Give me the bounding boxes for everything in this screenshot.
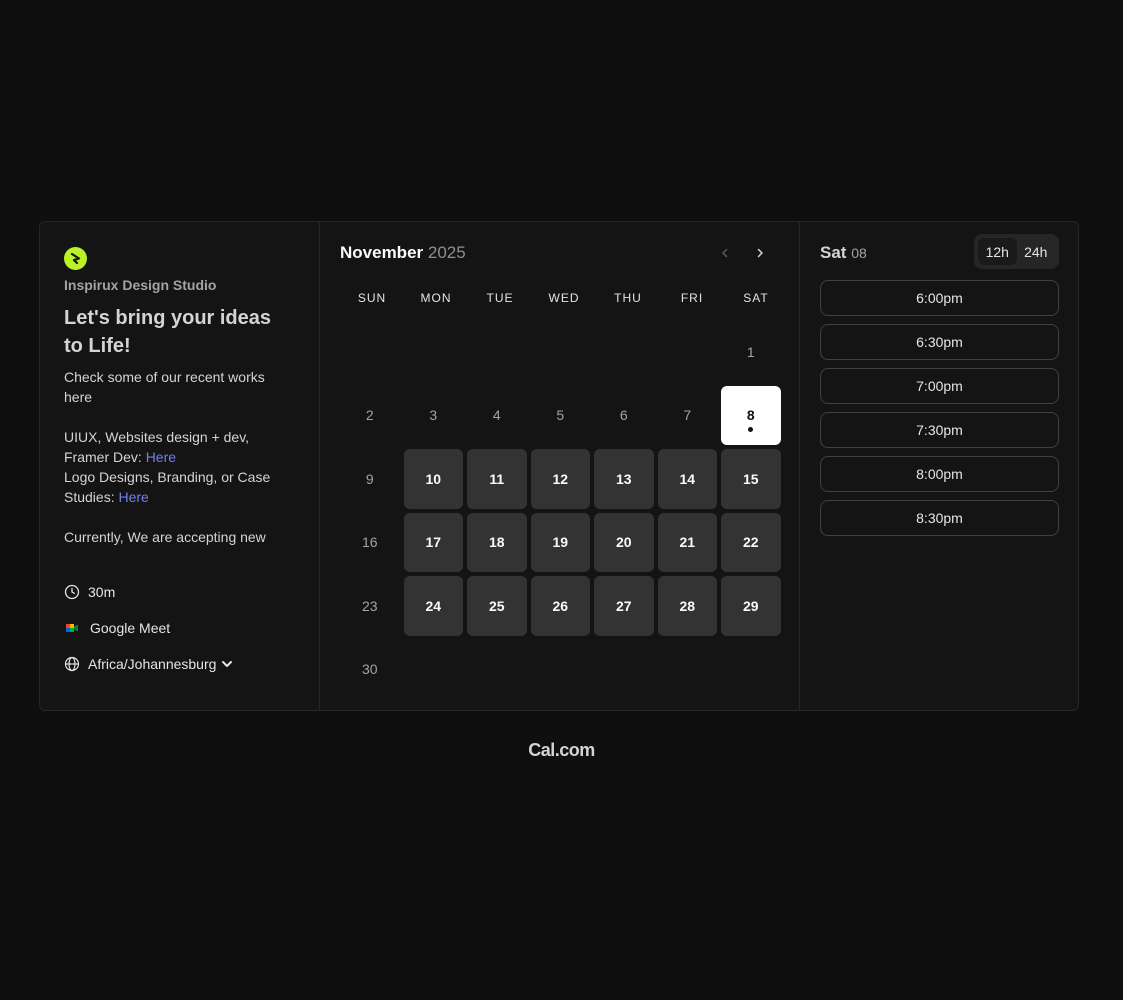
available-day-button[interactable]: 26: [530, 576, 590, 636]
available-day-button[interactable]: 18: [467, 512, 527, 572]
format-24h-option[interactable]: 24h: [1017, 238, 1056, 265]
weekday-label: FRI: [680, 291, 704, 305]
unavailable-day: 7: [683, 407, 692, 424]
event-info-panel: Inspirux Design Studio Let's bring your …: [40, 222, 320, 710]
available-day-button[interactable]: 20: [594, 512, 654, 572]
unavailable-day: 9: [365, 470, 374, 487]
empty-day-cell: [467, 322, 527, 382]
event-description: Check some of our recent works here UIUX…: [64, 367, 294, 547]
available-day-button[interactable]: 11: [467, 449, 527, 509]
empty-day-cell: [531, 322, 591, 382]
weekday-label: WED: [548, 291, 580, 305]
previous-month-button[interactable]: [714, 242, 736, 264]
available-day-button[interactable]: 24: [403, 576, 463, 636]
time-slot-button[interactable]: 7:00pm: [820, 368, 1059, 404]
time-slot-button[interactable]: 7:30pm: [820, 412, 1059, 448]
date-picker: November 2025 SUN MON TUE WED THU FRI SAT 1234…: [320, 222, 800, 710]
selected-day-name: Sat: [820, 243, 847, 262]
unavailable-day: 16: [361, 534, 378, 551]
available-day-button[interactable]: 14: [657, 449, 717, 509]
selected-date-heading: Sat 08: [820, 241, 867, 265]
description-line: Currently, We are accepting new: [64, 529, 266, 545]
weekday-label: MON: [420, 291, 452, 305]
unavailable-day: 6: [619, 407, 628, 424]
available-day-button[interactable]: 15: [721, 449, 781, 509]
month-label: November: [340, 243, 424, 262]
selected-day-button[interactable]: 8: [721, 385, 781, 445]
year-label: 2025: [427, 243, 466, 262]
unavailable-day: 23: [361, 597, 378, 614]
booker-card: Inspirux Design Studio Let's bring your …: [39, 221, 1079, 711]
available-day-button[interactable]: 25: [467, 576, 527, 636]
next-month-button[interactable]: [749, 242, 771, 264]
unavailable-day: 5: [556, 407, 565, 424]
time-slots-panel: Sat 08 12h 24h 6:00pm 6:30pm 7:00pm 7:30pm 8…: [800, 222, 1078, 710]
available-day-button[interactable]: 27: [594, 576, 654, 636]
case-studies-link[interactable]: Here: [118, 489, 148, 505]
cal-com-logo[interactable]: Cal.com: [0, 740, 1123, 761]
available-day-button[interactable]: 29: [721, 576, 781, 636]
time-slot-button[interactable]: 8:30pm: [820, 500, 1059, 536]
unavailable-day: 4: [492, 407, 501, 424]
weekday-label: SUN: [357, 291, 387, 305]
description-line: Logo Designs, Branding, or Case Studies:…: [64, 467, 294, 507]
description-text: Logo Designs, Branding, or Case Studies:: [64, 469, 271, 505]
chevron-down-icon: [220, 657, 234, 671]
available-day-button[interactable]: 10: [403, 449, 463, 509]
description-line: UIUX, Websites design + dev, Framer Dev:…: [64, 427, 294, 467]
duration-text: 30m: [88, 584, 116, 600]
unavailable-day: 30: [361, 661, 378, 678]
location-text: Google Meet: [90, 620, 171, 636]
duration-row: 30m: [64, 582, 234, 602]
google-meet-icon: [64, 620, 80, 636]
time-slot-button[interactable]: 6:00pm: [820, 280, 1059, 316]
time-format-toggle: 12h 24h: [974, 234, 1059, 269]
available-day-button[interactable]: 19: [530, 512, 590, 572]
available-day-button[interactable]: 21: [657, 512, 717, 572]
unavailable-day: 3: [429, 407, 438, 424]
available-day-button[interactable]: 13: [594, 449, 654, 509]
days-grid: 1 2 3 4 5 6 7 8 9 10 11 12 13 14 15 16 17 18 19 20 21 22 23 24 2…: [340, 322, 788, 699]
time-slot-button[interactable]: 8:00pm: [820, 456, 1059, 492]
weekday-label: SAT: [743, 291, 769, 305]
time-slot-list: 6:00pm 6:30pm 7:00pm 7:30pm 8:00pm 8:30pm: [820, 280, 1059, 544]
portfolio-link[interactable]: Here: [146, 449, 176, 465]
available-day-button[interactable]: 28: [657, 576, 717, 636]
studio-logo-icon: [64, 247, 87, 270]
unavailable-day: 2: [365, 407, 374, 424]
organizer-name: Inspirux Design Studio: [64, 277, 217, 293]
format-12h-option[interactable]: 12h: [978, 238, 1017, 265]
weekday-label: THU: [614, 291, 642, 305]
chevron-right-icon: [757, 248, 763, 258]
available-day-button[interactable]: 12: [530, 449, 590, 509]
location-row: Google Meet: [64, 618, 234, 638]
available-day-button[interactable]: 22: [721, 512, 781, 572]
globe-icon: [64, 656, 80, 672]
timezone-select[interactable]: Africa/Johannesburg: [64, 654, 234, 674]
event-title: Let's bring your ideas to Life!: [64, 307, 272, 357]
month-heading: November 2025: [340, 241, 466, 265]
timezone-text: Africa/Johannesburg: [88, 656, 217, 672]
empty-day-cell: [340, 322, 400, 382]
available-day-button[interactable]: 17: [403, 512, 463, 572]
event-meta: 30m Google Meet Africa/Johannesburg: [64, 582, 234, 690]
chevron-left-icon: [722, 248, 728, 258]
weekday-header: SUN MON TUE WED THU FRI SAT: [340, 291, 788, 305]
empty-day-cell: [658, 322, 718, 382]
empty-day-cell: [404, 322, 464, 382]
clock-icon: [64, 584, 80, 600]
empty-day-cell: [594, 322, 654, 382]
unavailable-day: 1: [746, 343, 755, 360]
weekday-label: TUE: [486, 291, 514, 305]
selected-day-number: 08: [851, 245, 867, 261]
time-slot-button[interactable]: 6:30pm: [820, 324, 1059, 360]
description-line: Check some of our recent works here: [64, 369, 265, 405]
